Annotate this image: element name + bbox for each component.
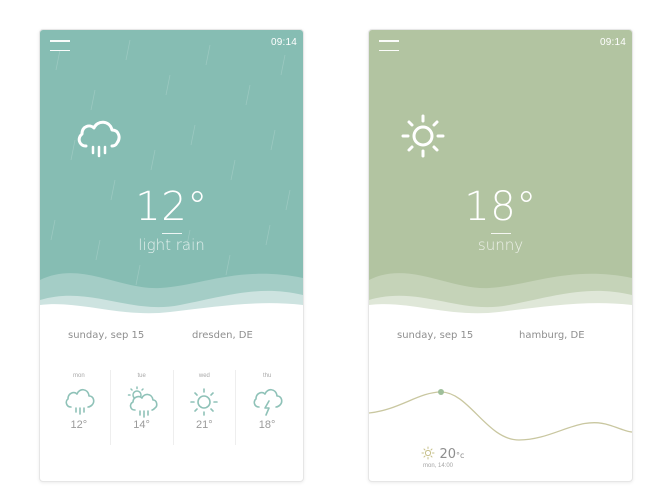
weather-card-dresden: 09:14 12° light rain sunday, sep 15 dres… xyxy=(39,29,304,482)
location-label[interactable]: hamburg, DE xyxy=(519,330,585,341)
menu-icon[interactable] xyxy=(50,40,70,52)
forecast-day[interactable]: wed 21° xyxy=(172,370,236,445)
date-label: sunday, sep 15 xyxy=(68,330,145,341)
forecast-day-name: wed xyxy=(198,373,210,379)
weather-condition: light rain xyxy=(138,236,205,254)
graph-readout: 20°c mon, 14:00 xyxy=(421,445,464,469)
forecast-day[interactable]: thu 18° xyxy=(235,370,298,445)
cloud-rain-icon xyxy=(77,120,121,158)
forecast-temp: 18° xyxy=(258,419,276,431)
sun-icon xyxy=(401,114,445,158)
forecast-day[interactable]: mon 12° xyxy=(48,370,110,445)
divider xyxy=(490,233,511,234)
date-label: sunday, sep 15 xyxy=(397,330,474,341)
sun-icon xyxy=(190,388,219,416)
status-time: 09:14 xyxy=(599,37,626,48)
forecast-day-name: thu xyxy=(262,373,272,379)
weather-condition: sunny xyxy=(477,236,524,254)
forecast-temp: 12° xyxy=(70,419,88,431)
hero-waves xyxy=(40,273,303,340)
readout-temp-unit: °c xyxy=(456,451,465,460)
status-time: 09:14 xyxy=(270,37,297,48)
weather-hero-sun: 09:14 18° sunny xyxy=(369,30,632,340)
forecast-temp: 21° xyxy=(196,419,213,431)
readout-temp: 20°c xyxy=(439,447,464,462)
forecast-day-name: tue xyxy=(137,373,146,379)
temperature-curve xyxy=(369,391,632,441)
divider xyxy=(161,233,182,234)
weather-hero-rain: 09:14 12° light rain xyxy=(40,30,303,340)
location-label[interactable]: dresden, DE xyxy=(192,330,253,341)
menu-icon[interactable] xyxy=(379,40,399,52)
temperature-graph[interactable] xyxy=(369,380,632,450)
weather-card-hamburg: 09:14 18° sunny sunday, sep 15 hamburg, … xyxy=(368,29,633,482)
cloud-rain-icon xyxy=(65,388,95,415)
cloud-lightning-icon xyxy=(253,388,283,416)
sun-icon xyxy=(421,446,435,460)
readout-time: mon, 14:00 xyxy=(423,463,454,469)
readout-temp-value: 20 xyxy=(439,447,456,462)
forecast-temp: 14° xyxy=(133,419,150,431)
current-temperature: 18° xyxy=(464,184,537,230)
forecast-day-name: mon xyxy=(73,373,85,379)
hero-waves xyxy=(369,273,632,340)
current-temperature: 12° xyxy=(135,184,208,230)
forecast-day[interactable]: tue 14° xyxy=(109,370,173,445)
graph-point-selected[interactable] xyxy=(438,389,444,395)
forecast-strip: mon 12° tue 14° wed 21° thu 18° xyxy=(48,370,298,445)
sun-cloud-rain-icon xyxy=(127,386,158,418)
